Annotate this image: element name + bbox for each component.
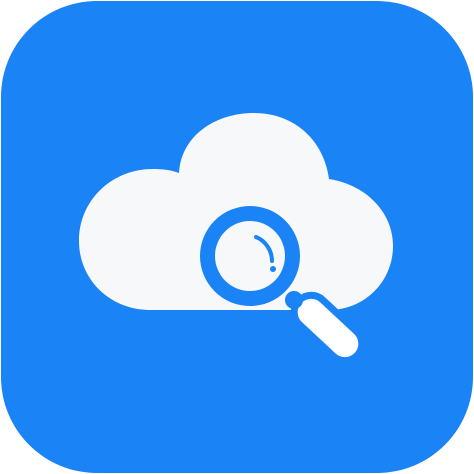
magnifier-neck [285,291,303,309]
app-icon-graphic [1,1,473,473]
cloud-search-app-icon[interactable] [1,1,473,473]
magnifier-lens-glass [215,221,285,291]
magnifier-glint-dot [270,266,276,272]
